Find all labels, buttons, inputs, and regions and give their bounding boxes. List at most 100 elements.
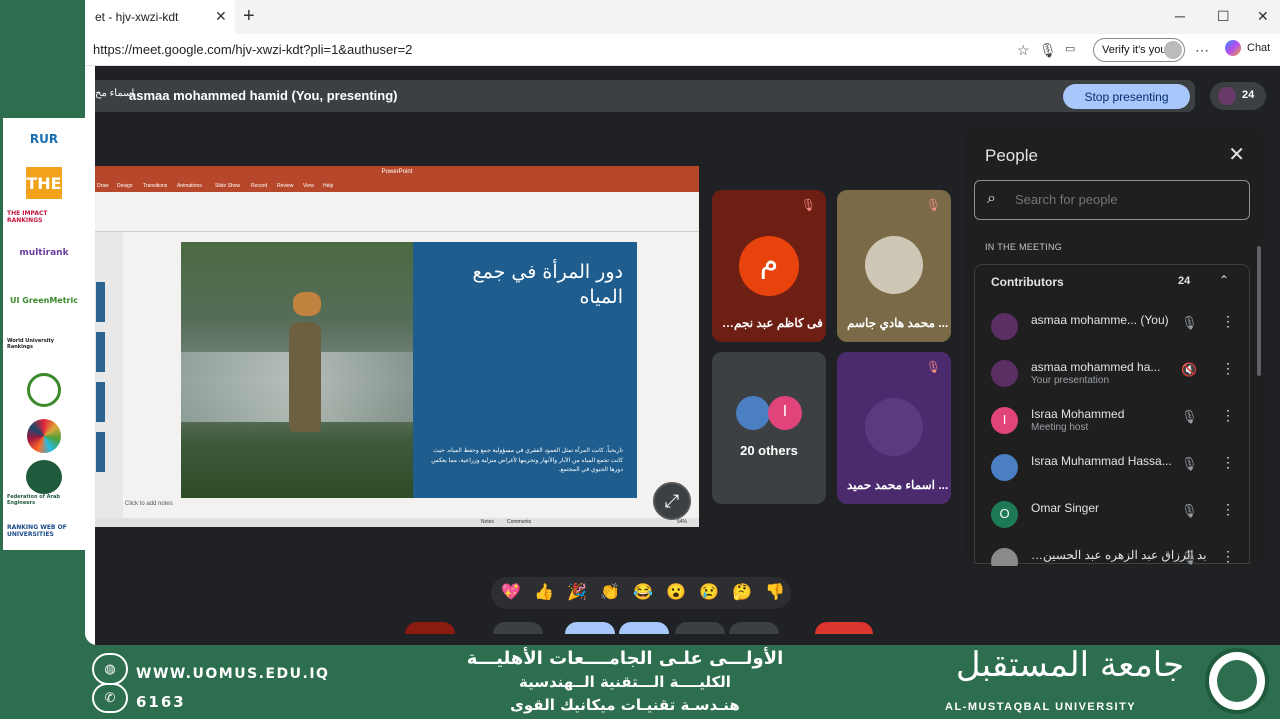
more-options-icon[interactable]: ⋮ [1221,548,1235,565]
the-impact-logo-text: THE IMPACT RANKINGS [7,210,48,224]
search-input[interactable] [1015,192,1235,207]
reaction-heart[interactable]: 💖 [501,582,521,602]
ribbon-tab: Draw [97,183,109,189]
mic-off-icon: 🎙 [800,198,816,212]
ppt-titlebar: PowerPoint [95,166,699,180]
reaction-thumbs-down[interactable]: 👎 [765,582,785,602]
chat-button[interactable]: Chat [1247,42,1270,54]
university-seal-icon [1205,648,1269,714]
options-button[interactable] [729,622,779,634]
participant-row[interactable]: asmaa mohammed ha... Your presentation 🔇… [975,352,1251,399]
ppt-ribbon [95,192,699,232]
chevron-up-icon[interactable]: ⌃ [1219,273,1229,287]
group-label[interactable]: Contributors [991,275,1064,289]
stop-presenting-button[interactable]: Stop presenting [1063,84,1190,109]
water-pot [293,292,321,316]
seal-inner [1217,660,1257,702]
more-icon[interactable]: ⋯ [1195,42,1209,59]
status-zoom: 54% [677,519,688,525]
camera-button[interactable] [493,622,543,634]
participant-row[interactable]: O Omar Singer 🎙 ⋮ [975,493,1251,540]
url-field[interactable]: https://meet.google.com/hjv-xwzi-kdt?pli… [93,42,412,57]
participant-row[interactable]: …بد الرزاق عبد الزهره عبد الحسين 🎙 ⋮ [975,540,1251,566]
present-button[interactable] [619,622,669,634]
participant-avatar [991,548,1018,566]
presented-screen: PowerPoint Draw Design Transitions Anima… [95,166,699,527]
arab-engineers-logo-text: Federation of Arab Engineers [7,494,60,506]
ribbon-tab: Help [323,183,334,189]
footer-slogan: الأولـــى علـى الجامــــعات الأهليـــة [466,648,784,669]
rur-logo-text: RUR [29,132,59,146]
reaction-surprised[interactable]: 😮 [666,582,686,602]
mic-off-icon: 🎙 [1181,550,1198,565]
more-options-icon[interactable]: ⋮ [1221,454,1235,471]
the-logo: THE [7,166,81,200]
star-icon[interactable]: ☆ [1017,42,1030,59]
sdg-logo [7,418,81,454]
presenting-bar: اسماء مح asmaa mohammed hamid (You, pres… [95,80,1195,112]
participant-row[interactable]: I Israa Mohammed Meeting host 🎙 ⋮ [975,399,1251,446]
browser-window: et - hjv-xwzi-kdt ✕ + ─ ☐ ✕ https://meet… [85,0,1280,645]
participant-tile[interactable]: 🎙 محمد هادي جاسم ... [837,190,951,342]
minimize-icon[interactable]: ─ [1175,8,1185,24]
globe-icon: ◍ [92,653,128,685]
more-button[interactable] [675,622,725,634]
scrollbar[interactable] [1257,246,1261,376]
tab-meet[interactable]: et - hjv-xwzi-kdt ✕ [85,0,235,34]
others-tile[interactable]: I 20 others [712,352,826,504]
expand-icon[interactable]: ⤢ [653,482,691,520]
tab-close-icon[interactable]: ✕ [215,8,227,25]
mic-button[interactable] [405,622,455,634]
new-tab-button[interactable]: + [243,5,255,28]
more-options-icon[interactable]: ⋮ [1221,407,1235,424]
more-options-icon[interactable]: ⋮ [1221,360,1235,377]
verify-button[interactable]: Verify it's you [1093,38,1185,62]
participant-tile[interactable]: 🎙 اسماء محمد حميد ... [837,352,951,504]
split-screen-icon[interactable]: ▭ [1065,42,1075,55]
participant-subtitle: Meeting host [1031,422,1089,433]
university-footer: ◍ WWW.UOMUS.EDU.IQ ✆ 6163 الأولـــى علـى… [0,645,1280,719]
tab-title: et - hjv-xwzi-kdt [95,10,179,24]
rur-logo: RUR [7,124,81,154]
world-ranking-logo: World University Rankings [7,330,81,358]
maximize-icon[interactable]: ☐ [1217,8,1230,25]
ppt-ribbon-tabs: Draw Design Transitions Animations Slide… [95,180,699,192]
participants-chip[interactable]: 24 [1210,82,1266,110]
people-search[interactable]: ⌕ [974,180,1250,220]
reaction-party[interactable]: 🎉 [567,582,587,602]
mic-off-icon: 🎙 [1181,503,1198,518]
multirank-logo-text: multirank [19,248,69,258]
participant-tile[interactable]: 🎙 م …فى كاظم عبد نجم [712,190,826,342]
microphone-icon[interactable]: 🎙 [1039,42,1057,59]
laurel-icon [27,373,61,407]
more-options-icon[interactable]: ⋮ [1221,501,1235,518]
reaction-sad[interactable]: 😢 [699,582,719,602]
people-title: People [985,146,1038,165]
people-panel: People ✕ ⌕ IN THE MEETING Contributors 2… [965,126,1265,566]
more-options-icon[interactable]: ⋮ [1221,313,1235,330]
reaction-clap[interactable]: 👏 [600,582,620,602]
meet-area: اسماء مح asmaa mohammed hamid (You, pres… [95,66,1280,645]
participant-avatar [991,360,1018,387]
close-icon[interactable]: ✕ [1228,142,1245,167]
section-label: IN THE MEETING [985,242,1063,252]
address-bar: https://meet.google.com/hjv-xwzi-kdt?pli… [85,34,1280,66]
mic-off-icon: 🎙 [925,198,941,212]
reaction-thinking[interactable]: 🤔 [732,582,752,602]
webometrics-logo: RANKING WEB OF UNIVERSITIES [7,518,81,544]
reaction-thumbs-up[interactable]: 👍 [534,582,554,602]
current-slide: دور المرأة في جمع المياه تاريخياً، كانت … [181,242,637,498]
slide-text-panel: دور المرأة في جمع المياه تاريخياً، كانت … [413,242,637,498]
participant-row[interactable]: asmaa mohamme... (You) 🎙 ⋮ [975,305,1251,352]
reaction-laugh[interactable]: 😂 [633,582,653,602]
captions-button[interactable] [565,622,615,634]
leave-call-button[interactable] [815,622,873,634]
participant-row[interactable]: Israa Muhammad Hassa... 🎙 ⋮ [975,446,1251,493]
participant-name: اسماء محمد حميد ... [847,478,949,492]
window-close-icon[interactable]: ✕ [1257,8,1269,25]
participant-avatar: I [768,396,802,430]
woman-body [289,322,321,432]
participant-avatar: م [739,236,799,296]
footer-department: هنـدسـة تقنيـات ميكانيك القوى [510,696,740,714]
copilot-icon[interactable] [1225,40,1241,56]
